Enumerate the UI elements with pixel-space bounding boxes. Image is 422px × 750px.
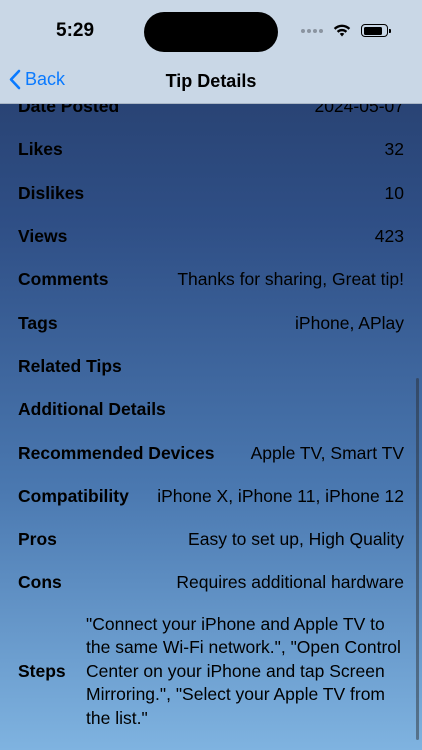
- row-label: Steps: [18, 660, 66, 681]
- row-label: Compatibility: [18, 485, 129, 506]
- battery-icon: [361, 24, 391, 37]
- row-label: Cons: [18, 572, 62, 593]
- cellular-signal-icon: [301, 28, 323, 33]
- row-value: "Connect your iPhone and Apple TV to the…: [86, 613, 401, 728]
- row-label: Likes: [18, 139, 63, 160]
- detail-row-related-tips[interactable]: Related Tips: [0, 345, 422, 388]
- status-bar: 5:29: [0, 0, 422, 60]
- detail-row-additional-details[interactable]: Additional Details: [0, 388, 422, 431]
- row-value: Apple TV, Smart TV: [250, 442, 404, 463]
- detail-row-recommended-devices: Recommended Devices Apple TV, Smart TV: [0, 431, 422, 474]
- row-value: 423: [374, 226, 404, 247]
- row-label: Related Tips: [18, 355, 122, 376]
- detail-row-cons: Cons Requires additional hardware: [0, 561, 422, 604]
- detail-row-compatibility: Compatibility iPhone X, iPhone 11, iPhon…: [0, 475, 422, 518]
- scrollbar[interactable]: [416, 378, 419, 740]
- detail-row-tags: Tags iPhone, APlay: [0, 301, 422, 344]
- row-value: 10: [384, 182, 404, 203]
- status-icons: [301, 24, 391, 37]
- detail-row-likes: Likes 32: [0, 128, 422, 171]
- row-value: Easy to set up, High Quality: [188, 529, 404, 550]
- row-value: iPhone, APlay: [295, 312, 404, 333]
- dynamic-island: [144, 12, 278, 52]
- tip-details-list[interactable]: Date Posted 2024-05-07 Likes 32 Dislikes…: [0, 85, 422, 750]
- navigation-bar: Back Tip Details: [0, 60, 422, 104]
- detail-row-views: Views 423: [0, 215, 422, 258]
- detail-row-comments: Comments Thanks for sharing, Great tip!: [0, 258, 422, 301]
- row-label: Comments: [18, 269, 109, 290]
- row-label: Additional Details: [18, 399, 166, 420]
- status-time: 5:29: [56, 20, 95, 41]
- row-label: Pros: [18, 529, 57, 550]
- wifi-icon: [333, 24, 351, 37]
- page-title: Tip Details: [165, 71, 257, 91]
- row-label: Views: [18, 226, 68, 247]
- detail-row-steps: Steps "Connect your iPhone and Apple TV …: [0, 605, 422, 739]
- detail-row-dislikes: Dislikes 10: [0, 172, 422, 215]
- row-label: Recommended Devices: [18, 442, 215, 463]
- detail-row-pros: Pros Easy to set up, High Quality: [0, 518, 422, 561]
- row-value: iPhone X, iPhone 11, iPhone 12: [157, 485, 404, 506]
- row-value: 32: [384, 139, 404, 160]
- row-value: Requires additional hardware: [176, 572, 404, 593]
- row-label: Dislikes: [18, 182, 85, 203]
- row-value: Thanks for sharing, Great tip!: [177, 269, 404, 290]
- row-label: Tags: [18, 312, 58, 333]
